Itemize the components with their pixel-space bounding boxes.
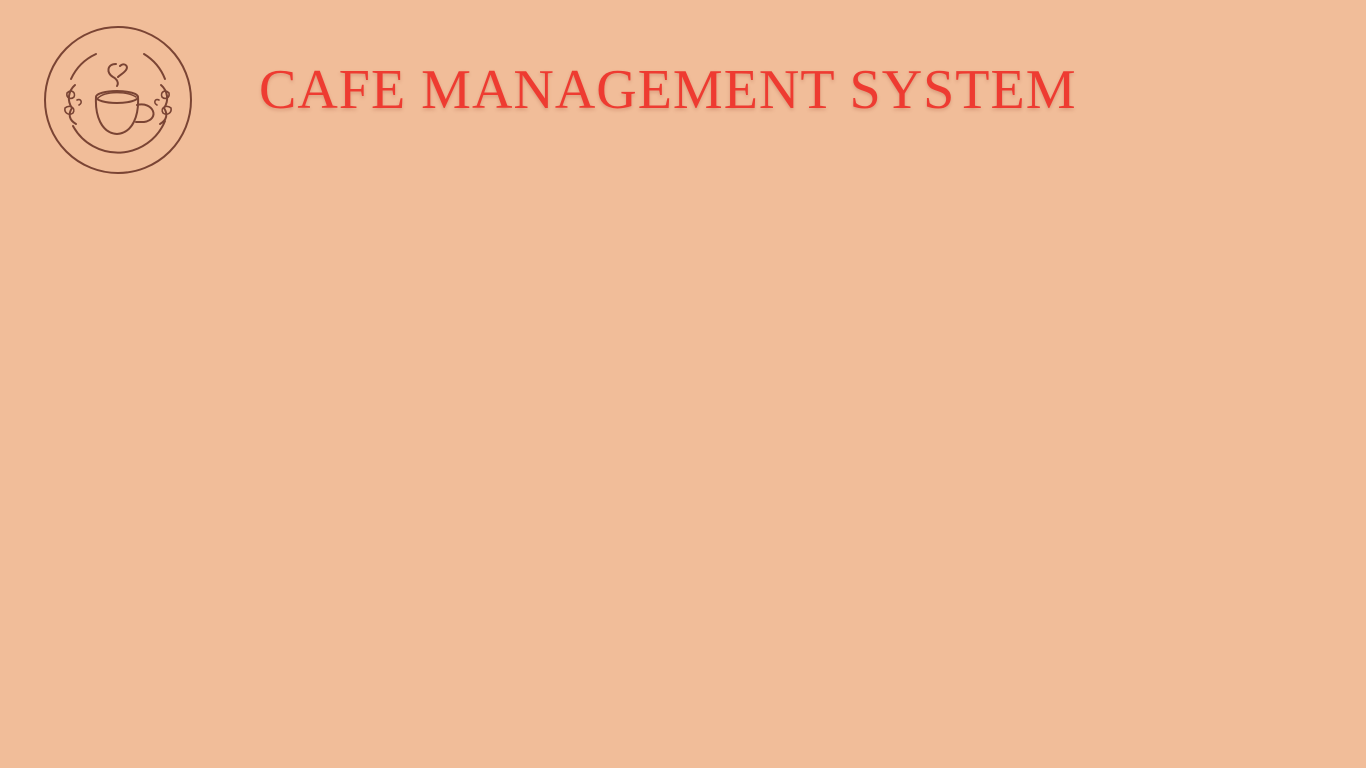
coffee-cup-icon [44, 26, 192, 174]
app-title: CAFE MANAGEMENT SYSTEM [259, 59, 1077, 121]
cafe-logo [43, 25, 193, 175]
